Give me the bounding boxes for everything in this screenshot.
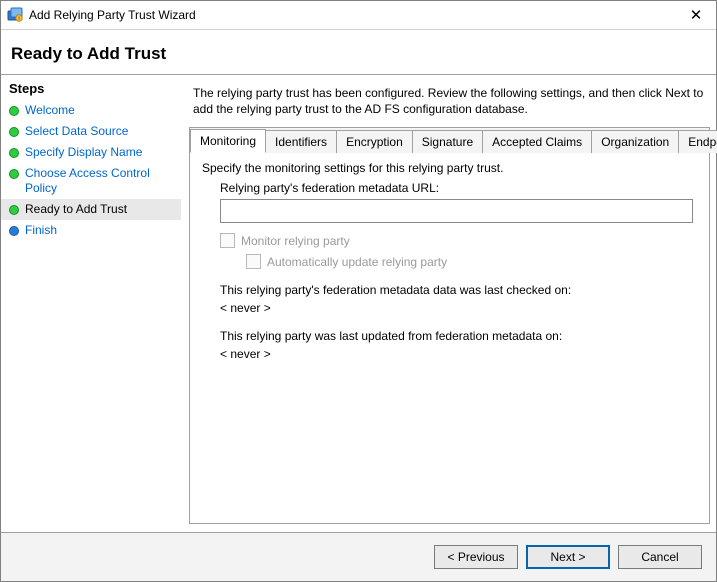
- tab-organization[interactable]: Organization: [591, 130, 679, 153]
- steps-sidebar: Steps Welcome Select Data Source Specify…: [1, 75, 181, 532]
- bullet-icon: [9, 226, 19, 236]
- checkbox-icon: [246, 254, 261, 269]
- checkbox-label: Monitor relying party: [241, 234, 350, 248]
- step-specify-display-name[interactable]: Specify Display Name: [1, 142, 181, 163]
- last-checked-value: < never >: [220, 301, 697, 315]
- spacer: [189, 524, 710, 532]
- bullet-icon: [9, 205, 19, 215]
- bullet-icon: [9, 169, 19, 179]
- last-updated-label: This relying party was last updated from…: [220, 329, 697, 343]
- checkbox-icon: [220, 233, 235, 248]
- close-button[interactable]: ✕: [676, 1, 716, 29]
- monitor-relying-party-checkbox: Monitor relying party: [220, 233, 697, 248]
- app-icon: [7, 7, 23, 23]
- intro-text: The relying party trust has been configu…: [189, 83, 710, 127]
- step-welcome[interactable]: Welcome: [1, 100, 181, 121]
- tab-encryption[interactable]: Encryption: [336, 130, 413, 153]
- last-checked-label: This relying party's federation metadata…: [220, 283, 697, 297]
- cancel-button[interactable]: Cancel: [618, 545, 702, 569]
- page-heading: Ready to Add Trust: [1, 30, 716, 74]
- step-select-data-source[interactable]: Select Data Source: [1, 121, 181, 142]
- metadata-url-input: [220, 199, 693, 223]
- step-label: Finish: [25, 223, 57, 238]
- checkbox-label: Automatically update relying party: [267, 255, 447, 269]
- wizard-footer: < Previous Next > Cancel: [1, 532, 716, 581]
- tab-monitoring[interactable]: Monitoring: [190, 129, 266, 153]
- settings-tab-panel: Monitoring Identifiers Encryption Signat…: [189, 127, 710, 524]
- title-bar: Add Relying Party Trust Wizard ✕: [1, 1, 716, 30]
- next-button[interactable]: Next >: [526, 545, 610, 569]
- tab-accepted-claims[interactable]: Accepted Claims: [482, 130, 592, 153]
- tab-identifiers[interactable]: Identifiers: [265, 130, 337, 153]
- step-finish[interactable]: Finish: [1, 220, 181, 241]
- tab-content-monitoring: Specify the monitoring settings for this…: [190, 153, 709, 523]
- tab-signature[interactable]: Signature: [412, 130, 483, 153]
- bullet-icon: [9, 127, 19, 137]
- auto-update-checkbox: Automatically update relying party: [246, 254, 697, 269]
- step-label: Welcome: [25, 103, 75, 118]
- step-choose-access-control-policy[interactable]: Choose Access Control Policy: [1, 163, 181, 199]
- monitoring-description: Specify the monitoring settings for this…: [202, 161, 697, 175]
- content-area: The relying party trust has been configu…: [181, 75, 716, 532]
- steps-title: Steps: [1, 81, 181, 100]
- bullet-icon: [9, 148, 19, 158]
- bullet-icon: [9, 106, 19, 116]
- previous-button[interactable]: < Previous: [434, 545, 518, 569]
- metadata-url-label: Relying party's federation metadata URL:: [220, 181, 697, 195]
- tab-strip: Monitoring Identifiers Encryption Signat…: [190, 128, 709, 153]
- step-label: Specify Display Name: [25, 145, 142, 160]
- step-ready-to-add-trust[interactable]: Ready to Add Trust: [1, 199, 181, 220]
- step-label: Ready to Add Trust: [25, 202, 127, 217]
- step-label: Choose Access Control Policy: [25, 166, 173, 196]
- window-title: Add Relying Party Trust Wizard: [29, 8, 676, 22]
- last-updated-value: < never >: [220, 347, 697, 361]
- wizard-body: Steps Welcome Select Data Source Specify…: [1, 74, 716, 532]
- tab-endpoints[interactable]: Endpoints: [678, 130, 717, 153]
- wizard-window: Add Relying Party Trust Wizard ✕ Ready t…: [0, 0, 717, 582]
- step-label: Select Data Source: [25, 124, 128, 139]
